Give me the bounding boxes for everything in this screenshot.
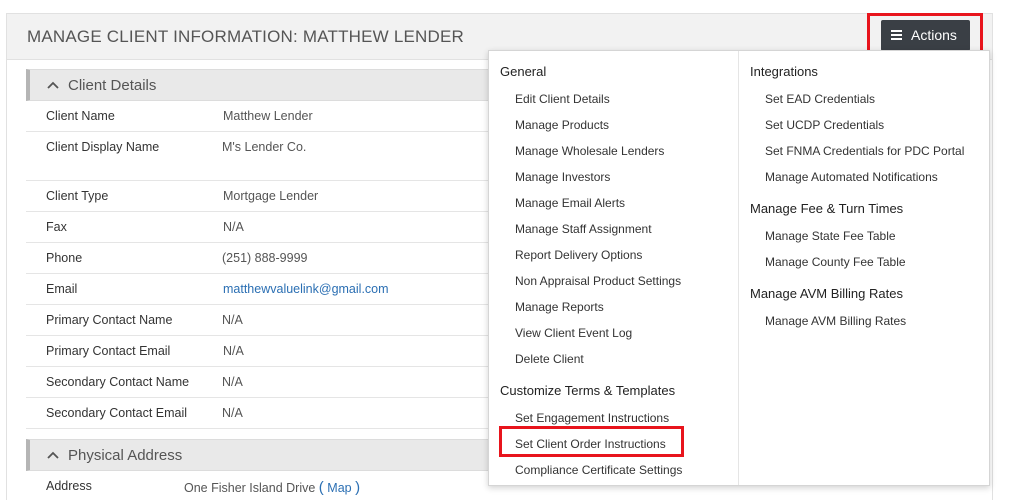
menu-group-integrations: Integrations — [750, 64, 818, 79]
email-link[interactable]: matthewvaluelink@gmail.com — [223, 282, 389, 296]
menu-item-set-ead-credentials[interactable]: Set EAD Credentials — [765, 92, 875, 106]
address-value: One Fisher Island Drive ( Map ) — [184, 479, 360, 496]
detail-row-email: Email matthewvaluelink@gmail.com — [26, 274, 496, 305]
address-text: One Fisher Island Drive — [184, 481, 316, 495]
chevron-up-icon — [47, 81, 59, 89]
detail-value: N/A — [223, 344, 244, 358]
detail-label: Client Type — [46, 189, 109, 203]
section-title: Client Details — [68, 77, 157, 94]
map-link[interactable]: Map — [327, 481, 351, 495]
menu-item-report-delivery-options[interactable]: Report Delivery Options — [515, 248, 642, 262]
client-details-list: Client Name Matthew Lender Client Displa… — [26, 101, 496, 429]
client-details-header[interactable]: Client Details — [26, 69, 496, 101]
menu-icon — [891, 30, 902, 40]
detail-row-client-type: Client Type Mortgage Lender — [26, 181, 496, 212]
menu-item-set-ucdp-credentials[interactable]: Set UCDP Credentials — [765, 118, 884, 132]
detail-label: Fax — [46, 220, 67, 234]
menu-item-non-appraisal-product-settings[interactable]: Non Appraisal Product Settings — [515, 274, 681, 288]
menu-item-manage-county-fee-table[interactable]: Manage County Fee Table — [765, 255, 906, 269]
detail-row-fax: Fax N/A — [26, 212, 496, 243]
menu-item-set-fnma-credentials[interactable]: Set FNMA Credentials for PDC Portal — [765, 144, 964, 158]
detail-label: Client Display Name — [46, 140, 160, 154]
menu-divider — [738, 51, 739, 485]
detail-label: Secondary Contact Email — [46, 406, 188, 420]
detail-value: M's Lender Co. — [222, 140, 307, 154]
detail-label: Client Name — [46, 109, 115, 123]
menu-item-set-engagement-instructions[interactable]: Set Engagement Instructions — [515, 411, 669, 425]
menu-item-manage-state-fee-table[interactable]: Manage State Fee Table — [765, 229, 896, 243]
chevron-up-icon — [47, 451, 59, 459]
menu-item-manage-avm-billing-rates[interactable]: Manage AVM Billing Rates — [765, 314, 906, 328]
actions-label: Actions — [911, 27, 957, 43]
detail-value: Matthew Lender — [223, 109, 313, 123]
detail-label: Phone — [46, 251, 83, 265]
actions-button[interactable]: Actions — [881, 20, 970, 51]
menu-item-set-client-order-instructions[interactable]: Set Client Order Instructions — [515, 437, 666, 451]
address-row: Address One Fisher Island Drive ( Map ) — [26, 474, 496, 498]
close-paren: ) — [355, 479, 361, 496]
menu-item-manage-products[interactable]: Manage Products — [515, 118, 609, 132]
detail-value: (251) 888-9999 — [222, 251, 308, 265]
menu-item-delete-client[interactable]: Delete Client — [515, 352, 584, 366]
detail-row-phone: Phone (251) 888-9999 — [26, 243, 496, 274]
section-title: Physical Address — [68, 447, 183, 464]
menu-item-manage-email-alerts[interactable]: Manage Email Alerts — [515, 196, 625, 210]
menu-group-avm-billing: Manage AVM Billing Rates — [750, 286, 903, 301]
page-title: MANAGE CLIENT INFORMATION: MATTHEW LENDE… — [27, 27, 465, 46]
menu-item-edit-client-details[interactable]: Edit Client Details — [515, 92, 610, 106]
menu-group-general: General — [500, 64, 547, 79]
menu-item-manage-wholesale-lenders[interactable]: Manage Wholesale Lenders — [515, 144, 664, 158]
open-paren: ( — [318, 479, 324, 496]
address-label: Address — [46, 479, 92, 493]
detail-value: N/A — [222, 406, 243, 420]
menu-item-compliance-certificate-settings[interactable]: Compliance Certificate Settings — [515, 463, 682, 477]
detail-row-secondary-contact-email: Secondary Contact Email N/A — [26, 398, 496, 429]
detail-row-display-name: Client Display Name M's Lender Co. — [26, 132, 496, 181]
detail-value: N/A — [222, 313, 243, 327]
detail-value: Mortgage Lender — [223, 189, 319, 203]
detail-label: Email — [46, 282, 78, 296]
detail-label: Secondary Contact Name — [46, 375, 190, 389]
detail-label: Primary Contact Email — [46, 344, 171, 358]
detail-value: N/A — [223, 220, 244, 234]
detail-row-primary-contact-name: Primary Contact Name N/A — [26, 305, 496, 336]
detail-row-primary-contact-email: Primary Contact Email N/A — [26, 336, 496, 367]
menu-item-manage-staff-assignment[interactable]: Manage Staff Assignment — [515, 222, 652, 236]
detail-row-client-name: Client Name Matthew Lender — [26, 101, 496, 132]
menu-item-manage-reports[interactable]: Manage Reports — [515, 300, 604, 314]
detail-label: Primary Contact Name — [46, 313, 173, 327]
menu-group-customize-terms: Customize Terms & Templates — [500, 383, 676, 398]
menu-item-view-client-event-log[interactable]: View Client Event Log — [515, 326, 632, 340]
menu-item-manage-automated-notifications[interactable]: Manage Automated Notifications — [765, 170, 938, 184]
physical-address-header[interactable]: Physical Address — [26, 439, 496, 471]
menu-group-fee-turn-times: Manage Fee & Turn Times — [750, 201, 904, 216]
detail-value: N/A — [222, 375, 243, 389]
actions-dropdown-menu: General Edit Client Details Manage Produ… — [488, 50, 990, 486]
detail-row-secondary-contact-name: Secondary Contact Name N/A — [26, 367, 496, 398]
menu-item-manage-investors[interactable]: Manage Investors — [515, 170, 610, 184]
